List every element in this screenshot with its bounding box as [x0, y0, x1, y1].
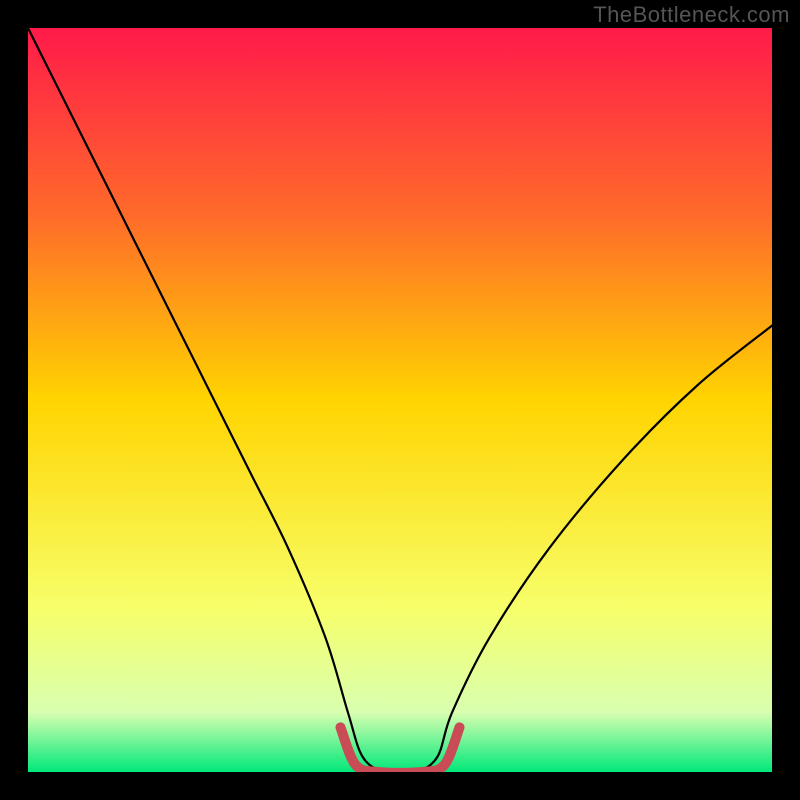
gradient-background	[28, 28, 772, 772]
chart-svg	[28, 28, 772, 772]
watermark-text: TheBottleneck.com	[593, 2, 790, 28]
plot-area	[28, 28, 772, 772]
chart-frame: TheBottleneck.com	[0, 0, 800, 800]
